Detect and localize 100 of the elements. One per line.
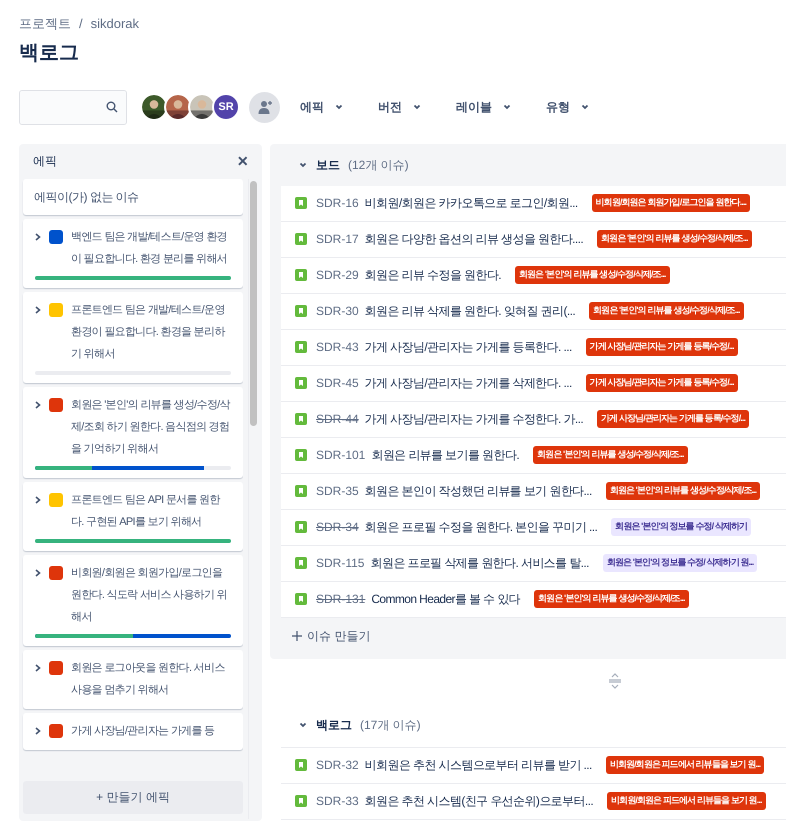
caret-icon bbox=[412, 102, 422, 112]
create-epic-button[interactable]: + 만들기 에픽 bbox=[23, 780, 243, 814]
epic-label: 회원은 '본인'의 정보를 수정/ 삭제하기 원... bbox=[602, 554, 758, 572]
expand-icon bbox=[35, 496, 41, 504]
expand-icon bbox=[35, 664, 41, 672]
issue-key[interactable]: SDR-30 bbox=[316, 302, 359, 320]
issue-key[interactable]: SDR-35 bbox=[316, 482, 359, 500]
filter-dropdown[interactable]: 에픽 bbox=[300, 98, 344, 116]
issue-key[interactable]: SDR-101 bbox=[316, 446, 366, 464]
issue-count: (17개 이슈) bbox=[360, 716, 421, 734]
story-icon bbox=[295, 521, 307, 533]
epic-label: 회원은 '본인'의 리뷰를 생성/수정/삭제/조... bbox=[606, 482, 760, 500]
issue-summary: 회원은 리뷰 수정을 원한다. bbox=[364, 267, 502, 284]
issue-key[interactable]: SDR-34 bbox=[316, 518, 359, 536]
epic-label: 회원은 '본인'의 리뷰를 생성/수정/삭제/조... bbox=[534, 590, 689, 608]
epic-card[interactable]: 백엔드 팀은 개발/테스트/운영 환경이 필요합니다. 환경 분리를 위해서 bbox=[23, 218, 243, 288]
epic-title: 비회원/회원은 회원가입/로그인을 원한다. 식도락 서비스 사용하기 위해서 bbox=[71, 566, 228, 624]
filter-dropdown[interactable]: 유형 bbox=[546, 98, 590, 116]
story-icon bbox=[295, 233, 307, 245]
epic-label: 회원은 '본인'의 정보를 수정/ 삭제하기 bbox=[611, 518, 752, 536]
issue-key[interactable]: SDR-16 bbox=[316, 194, 359, 212]
issue-key[interactable]: SDR-43 bbox=[316, 338, 359, 356]
story-icon bbox=[295, 197, 307, 209]
epic-label: 가게 사장님/관리자는 가게를 등록/수정/... bbox=[597, 410, 750, 428]
epic-card[interactable]: 회원은 로그아웃을 원한다. 서비스 사용을 멈추기 위해서 bbox=[23, 650, 243, 708]
issue-summary: 회원은 본인이 작성했던 리뷰를 보기 원한다... bbox=[364, 483, 592, 500]
search-field[interactable] bbox=[19, 90, 127, 124]
issue-summary: 비회원은 추천 시스템으로부터 리뷰를 받기 ... bbox=[364, 757, 592, 774]
issue-summary: 가게 사장님/관리자는 가게를 등록한다. ... bbox=[364, 339, 572, 356]
story-icon bbox=[295, 269, 307, 281]
filter-dropdown[interactable]: 레이블 bbox=[456, 98, 512, 116]
expand-icon bbox=[35, 232, 41, 240]
epic-card[interactable]: 비회원/회원은 회원가입/로그인을 원한다. 식도락 서비스 사용하기 위해서 bbox=[23, 554, 243, 646]
section-title: 백로그 bbox=[316, 716, 352, 734]
issue-summary: 회원은 추천 시스템(친구 우선순위)으로부터... bbox=[364, 793, 594, 810]
epic-label: 회원은 '본인'의 리뷰를 생성/수정/삭제/조... bbox=[597, 230, 752, 248]
epic-label: 가게 사장님/관리자는 가게를 등록/수정/... bbox=[586, 338, 738, 356]
issue-key[interactable]: SDR-29 bbox=[316, 266, 359, 284]
search-icon bbox=[106, 101, 118, 113]
story-icon bbox=[295, 377, 307, 389]
issue-key[interactable]: SDR-131 bbox=[316, 590, 366, 608]
breadcrumb-separator: / bbox=[79, 15, 83, 33]
plus-icon bbox=[292, 630, 302, 640]
filter-dropdown[interactable]: 버전 bbox=[378, 98, 422, 116]
no-epic-item[interactable]: 에픽이(가) 없는 이슈 bbox=[23, 178, 243, 214]
epic-card[interactable]: 프론트엔드 팀은 개발/테스트/운영 환경이 필요합니다. 환경을 분리하기 위해서 bbox=[23, 292, 243, 382]
caret-icon bbox=[334, 102, 344, 112]
story-icon bbox=[295, 449, 307, 461]
issue-summary: 가게 사장님/관리자는 가게를 수정한다. 가... bbox=[364, 411, 584, 428]
epic-title: 백엔드 팀은 개발/테스트/운영 환경이 필요합니다. 환경 분리를 위해서 bbox=[71, 230, 228, 266]
issue-summary: 회원은 프로필 수정을 원한다. 본인을 꾸미기 ... bbox=[364, 519, 598, 536]
issue-key[interactable]: SDR-33 bbox=[316, 792, 359, 810]
expand-icon bbox=[35, 306, 41, 314]
add-person-button[interactable] bbox=[249, 92, 280, 122]
resize-handle-icon[interactable] bbox=[608, 672, 622, 688]
story-icon bbox=[295, 759, 307, 771]
epic-label: 가게 사장님/관리자는 가게를 등록/수정/... bbox=[586, 374, 738, 392]
epic-title: 프론트엔드 팀은 API 문서를 원한다. 구현된 API를 보기 위해서 bbox=[71, 492, 222, 530]
issue-count: (12개 이슈) bbox=[348, 156, 409, 174]
scrollbar-thumb[interactable] bbox=[250, 180, 257, 426]
create-issue-button[interactable]: 이슈 만들기 bbox=[292, 626, 370, 644]
epic-title: 회원은 로그아웃을 원한다. 서비스 사용을 멈추기 위해서 bbox=[71, 660, 226, 698]
story-icon bbox=[295, 341, 307, 353]
issue-key[interactable]: SDR-115 bbox=[316, 554, 364, 572]
user-avatar[interactable]: SR bbox=[212, 93, 240, 121]
story-icon bbox=[295, 593, 307, 605]
expand-icon bbox=[35, 568, 41, 576]
issue-key[interactable]: SDR-32 bbox=[316, 756, 359, 774]
epic-title: 프론트엔드 팀은 개발/테스트/운영 환경이 필요합니다. 환경을 분리하기 위해서 bbox=[71, 302, 226, 362]
expand-icon bbox=[35, 400, 41, 408]
story-icon bbox=[295, 557, 307, 569]
epic-card[interactable]: 회원은 '본인'의 리뷰를 생성/수정/삭제/조회 하기 원한다. 음식점의 경험을 기억하기 위해서 bbox=[23, 386, 243, 478]
story-icon bbox=[295, 485, 307, 497]
section-title: 보드 bbox=[316, 156, 340, 174]
page-title: 백로그 bbox=[19, 40, 80, 66]
caret-icon bbox=[502, 102, 512, 112]
epic-card[interactable]: 프론트엔드 팀은 API 문서를 원한다. 구현된 API를 보기 위해서 bbox=[23, 482, 243, 550]
breadcrumb-link[interactable]: sikdorak bbox=[90, 14, 140, 34]
issue-summary: 비회원/회원은 카카오톡으로 로그인/회원... bbox=[364, 195, 578, 212]
issue-summary: 회원은 프로필 삭제를 원한다. 서비스를 탈... bbox=[370, 555, 589, 572]
issue-summary: 회원은 리뷰 삭제를 원한다. 잊혀질 권리(... bbox=[364, 303, 576, 320]
close-button[interactable]: × bbox=[237, 152, 248, 170]
panel-title: 에픽 bbox=[33, 153, 57, 170]
story-icon bbox=[295, 795, 307, 807]
epic-label: 비회원/회원은 피드에서 리뷰들을 보기 원... bbox=[606, 756, 764, 774]
breadcrumb-link[interactable]: 프로젝트 bbox=[19, 14, 71, 34]
epic-card[interactable]: 가게 사장님/관리자는 가게를 등 bbox=[23, 712, 243, 750]
issue-key[interactable]: SDR-44 bbox=[316, 410, 359, 428]
issue-key[interactable]: SDR-45 bbox=[316, 374, 359, 392]
add-person-icon bbox=[256, 99, 272, 115]
epic-title: 회원은 '본인'의 리뷰를 생성/수정/삭제/조회 하기 원한다. 음식점의 경험을 기억하기 위해서 bbox=[71, 398, 231, 456]
issue-summary: 회원은 다양한 옵션의 리뷰 생성을 원한다.... bbox=[364, 231, 584, 248]
issue-summary: Common Header를 볼 수 있다 bbox=[371, 591, 520, 608]
issue-key[interactable]: SDR-17 bbox=[316, 230, 359, 248]
issue-summary: 가게 사장님/관리자는 가게를 삭제한다. ... bbox=[364, 375, 572, 392]
story-icon bbox=[295, 413, 307, 425]
epic-label: 비회원/회원은 회원가입/로그인을 원한다.... bbox=[592, 194, 750, 212]
epic-label: 회원은 '본인'의 리뷰를 생성/수정/삭제/조... bbox=[533, 446, 688, 464]
epic-label: 회원은 '본인'의 리뷰를 생성/수정/삭제/조... bbox=[589, 302, 744, 320]
expand-icon bbox=[35, 726, 41, 734]
